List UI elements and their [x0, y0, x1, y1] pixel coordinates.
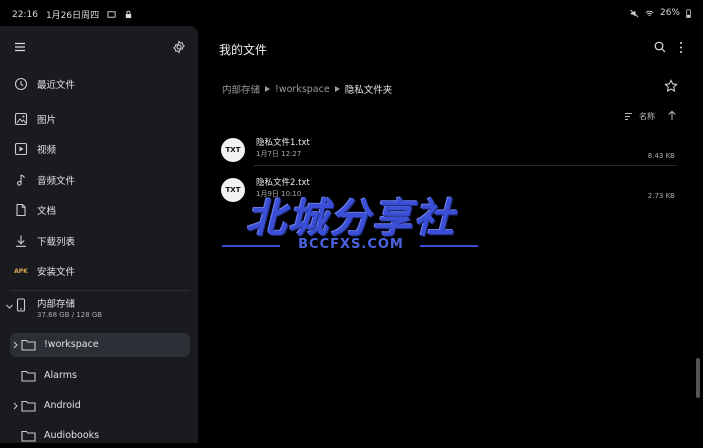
video-icon [14, 142, 28, 156]
folder-item-audiobooks[interactable]: Audiobooks [10, 424, 190, 448]
status-date: 1月26日周四 [45, 11, 100, 21]
breadcrumb-separator-icon [334, 86, 340, 92]
sidebar: 最近文件 图片 视频 音频文件 文档 下载列表 APK 安装文件 内部存储 37… [0, 26, 198, 443]
breadcrumb-item[interactable]: !workspace [275, 84, 330, 95]
sort-label: 名称 [639, 112, 655, 121]
search-icon[interactable] [654, 41, 666, 53]
watermark-text: 北城分享社 [246, 196, 456, 242]
page-title: 我的文件 [219, 43, 268, 57]
mute-icon [630, 9, 639, 17]
file-name: 隐私文件1.txt [256, 138, 310, 148]
folder-item-workspace[interactable]: !workspace [10, 333, 190, 357]
clock-icon [14, 77, 28, 91]
sidebar-item-label: 图片 [37, 115, 57, 126]
folder-item-android[interactable]: Android [10, 394, 190, 418]
download-icon [16, 235, 26, 247]
sidebar-item-label: 下载列表 [37, 237, 76, 248]
apk-icon: APK [14, 267, 28, 275]
folder-label: Alarms [44, 370, 77, 381]
more-options-icon[interactable] [678, 41, 684, 54]
star-icon[interactable] [664, 79, 678, 93]
folder-label: Android [44, 400, 81, 411]
sort-icon [625, 113, 632, 120]
folder-label: !workspace [44, 339, 99, 350]
sidebar-item-videos[interactable]: 视频 [0, 134, 198, 164]
sidebar-item-audio[interactable]: 音频文件 [0, 165, 198, 195]
breadcrumb-separator-icon [265, 86, 271, 92]
chevron-down-icon[interactable] [5, 302, 14, 311]
watermark-line [420, 245, 478, 247]
sidebar-header [0, 26, 198, 70]
file-size: 2.73 KB [647, 192, 675, 200]
chevron-right-icon[interactable] [11, 340, 20, 350]
watermark: 北城分享社 BCCFXS.COM [220, 192, 482, 258]
folder-icon [21, 370, 36, 382]
file-size: 8.43 KB [647, 152, 675, 160]
gear-icon[interactable] [172, 40, 186, 54]
scrollbar[interactable] [696, 358, 700, 398]
sidebar-item-recent[interactable]: 最近文件 [0, 69, 198, 99]
phone-icon [16, 298, 26, 312]
sidebar-item-installers[interactable]: APK 安装文件 [0, 256, 198, 286]
folder-icon [21, 400, 36, 412]
folder-icon [21, 339, 36, 351]
status-bar: 22:16 1月26日周四 26% [0, 0, 703, 26]
sort-control[interactable]: 名称 [624, 111, 655, 122]
chevron-right-icon[interactable] [11, 401, 20, 411]
row-divider [254, 165, 677, 166]
lock-icon [125, 10, 132, 19]
sidebar-divider [10, 290, 190, 291]
music-icon [16, 174, 25, 186]
image-icon [14, 112, 28, 126]
sidebar-item-internal-storage[interactable]: 内部存储 37.68 GB / 128 GB [0, 294, 198, 326]
status-time: 22:16 [12, 9, 38, 20]
battery-icon [686, 9, 691, 18]
menu-icon[interactable] [14, 41, 26, 53]
storage-name: 内部存储 [37, 299, 76, 310]
sidebar-item-label: 安装文件 [37, 267, 76, 278]
folder-item-alarms[interactable]: Alarms [10, 364, 190, 388]
storage-capacity: 37.68 GB / 128 GB [37, 311, 103, 319]
txt-file-icon: TXT [221, 138, 245, 162]
sidebar-item-images[interactable]: 图片 [0, 104, 198, 134]
sidebar-item-documents[interactable]: 文档 [0, 195, 198, 225]
message-icon [107, 11, 116, 18]
sidebar-item-label: 视频 [37, 145, 57, 156]
sidebar-item-label: 音频文件 [37, 176, 76, 187]
battery-level: 26% [659, 8, 680, 18]
file-date: 1月7日 12:27 [256, 150, 302, 158]
sidebar-item-label: 文档 [37, 206, 57, 217]
document-icon [16, 203, 26, 217]
sidebar-item-downloads[interactable]: 下载列表 [0, 226, 198, 256]
arrow-up-icon[interactable] [667, 110, 677, 121]
sidebar-item-label: 最近文件 [37, 80, 76, 91]
folder-label: Audiobooks [44, 430, 100, 441]
breadcrumb: 内部存储 !workspace 隐私文件夹 [222, 82, 393, 97]
breadcrumb-item[interactable]: 内部存储 [222, 82, 260, 96]
folder-icon [21, 430, 36, 442]
wifi-icon [645, 10, 654, 16]
breadcrumb-item[interactable]: 隐私文件夹 [345, 82, 393, 96]
